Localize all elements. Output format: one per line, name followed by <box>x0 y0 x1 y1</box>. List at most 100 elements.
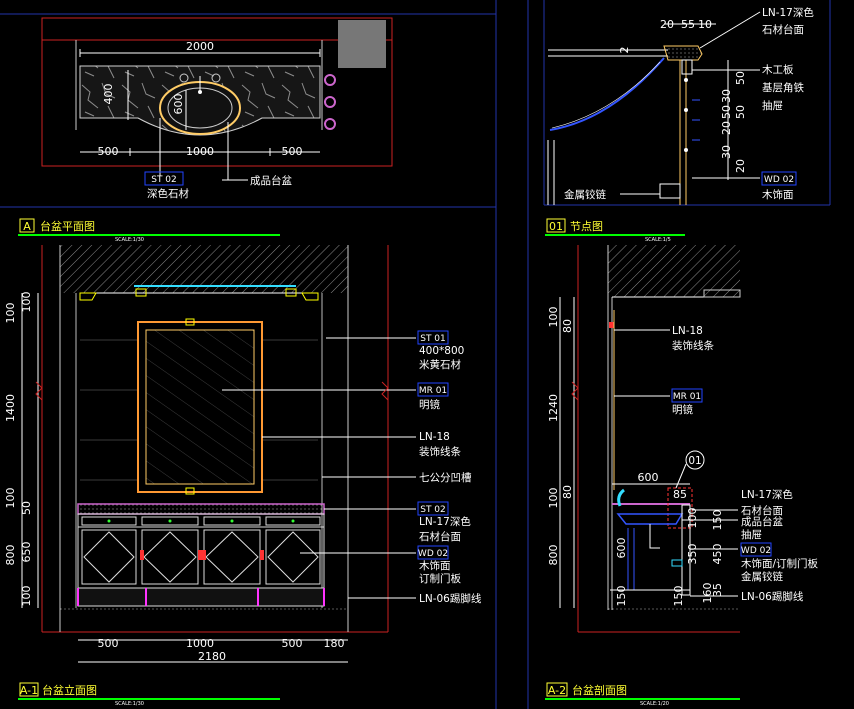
elev-bdim-3: 500 <box>282 637 303 650</box>
plan-stone-desc: 深色石材 <box>147 187 189 200</box>
plan-title: 台盆平面图 <box>40 219 95 233</box>
node-top-dim-2: 55 <box>681 18 695 31</box>
node-label-wood: 木工板 <box>762 63 794 76</box>
elev-title: 台盆立面图 <box>42 683 97 697</box>
elev-st01-tag: ST 01 <box>420 334 446 344</box>
node-side-dim-2: 30 <box>720 89 733 103</box>
sec-inner-dim-2: 100 <box>686 508 699 529</box>
elev-st01-size: 400*800 <box>419 345 464 357</box>
sec-title-id: A-2 <box>548 684 566 697</box>
node-wd-tag: WD 02 <box>764 175 794 185</box>
elev-wd02-tag: WD 02 <box>418 549 448 559</box>
elevation-view: 100 1400 100 800 100 50 650 100 500 1000… <box>4 245 482 707</box>
elev-bdim-2: 1000 <box>186 637 214 650</box>
elev-mr01-desc: 明镜 <box>419 398 440 411</box>
break-symbols <box>35 381 579 401</box>
section-ceiling-hatch <box>608 245 740 297</box>
node-label-stone: LN-17深色 <box>762 6 814 19</box>
plan-view: 2000 500 1000 500 400 600 ST 02 深色石材 成品台… <box>18 17 393 243</box>
sec-drawer-label: 抽屉 <box>741 528 762 541</box>
elev-groove-label: 七公分凹槽 <box>419 472 472 484</box>
hinge-detail <box>659 183 681 199</box>
stone-top-profile <box>663 45 703 61</box>
cad-drawing-canvas: 2000 500 1000 500 400 600 ST 02 深色石材 成品台… <box>0 0 831 709</box>
sec-inner-dim-6: 150 <box>672 586 685 607</box>
node-label-drawer: 抽屉 <box>762 99 783 112</box>
elev-wd02-desc2: 订制门板 <box>419 572 461 585</box>
basin-curve <box>549 57 665 131</box>
node-top-dim-3: 10 <box>698 18 712 31</box>
sec-ln18-desc: 装饰线条 <box>672 339 714 352</box>
elev-vdim-outer-2: 1400 <box>4 394 17 422</box>
mirror-glass <box>145 329 255 485</box>
section-callout: 01 <box>688 455 701 467</box>
plan-dim-depth: 600 <box>172 94 185 115</box>
elev-total-dim: 2180 <box>198 650 226 663</box>
elev-wd02-desc1: 木饰面 <box>419 559 451 572</box>
sec-vdim-outer-4: 800 <box>547 545 560 566</box>
elev-st02-desc2: 石材台面 <box>419 530 461 543</box>
elev-vdim-inner-2: 50 <box>20 501 33 515</box>
node-side-dim-5: 50 <box>734 105 747 119</box>
elev-vdim-inner-4: 100 <box>20 586 33 607</box>
plan-dim-side: 400 <box>102 84 115 105</box>
node-wd-desc: 木饰面 <box>762 188 794 201</box>
sec-wd02-tag: WD 02 <box>741 546 771 556</box>
sec-wd02-desc2: 金属铰链 <box>741 570 783 583</box>
sec-width-dim: 600 <box>638 471 659 484</box>
sec-vdim-inner-1: 80 <box>561 319 574 333</box>
elev-vdim-outer-3: 100 <box>4 488 17 509</box>
elev-mr01-tag: MR 01 <box>419 386 447 396</box>
elev-vdim-outer-1: 100 <box>4 303 17 324</box>
node-left-dim: 2 <box>618 47 631 54</box>
sec-mr01-desc: 明镜 <box>672 403 693 416</box>
plan-dim-width: 2000 <box>186 40 214 53</box>
node-label-angle: 基层角铁 <box>762 81 804 94</box>
elev-st01-desc: 米黄石材 <box>419 358 461 371</box>
plan-dim-left: 500 <box>98 145 119 158</box>
node-title: 节点图 <box>570 220 603 233</box>
section-view: 01 100 1240 100 800 80 80 600 150 600 85… <box>545 245 819 707</box>
node-side-dim-7: 20 <box>734 159 747 173</box>
sec-vdim-inner-3: 600 <box>615 538 628 559</box>
node-title-id: 01 <box>549 220 563 233</box>
sec-mr01-tag: MR 01 <box>673 392 701 402</box>
sec-kick-label: LN-06踢脚线 <box>741 590 804 603</box>
node-top-dim-1: 20 <box>660 18 674 31</box>
plan-stone-tag: ST 02 <box>151 175 177 185</box>
node-scale: SCALE:1/5 <box>645 237 671 243</box>
sec-ln17-tag: LN-17深色 <box>741 488 793 501</box>
sec-inner-dim-4: 450 <box>711 544 724 565</box>
node-label-stone2: 石材台面 <box>762 23 804 36</box>
plan-basin-desc: 成品台盆 <box>250 174 292 187</box>
elev-st02-tag: ST 02 <box>420 505 446 515</box>
plan-dim-right: 500 <box>282 145 303 158</box>
elev-bdim-1: 500 <box>98 637 119 650</box>
sec-inner-dim-3: 350 <box>686 544 699 565</box>
elev-bdim-4: 180 <box>324 637 345 650</box>
sec-vdim-outer-1: 100 <box>547 307 560 328</box>
node-side-dim-6: 30 <box>720 145 733 159</box>
elev-ln18-desc: 装饰线条 <box>419 445 461 458</box>
wall-column <box>338 20 386 68</box>
sec-title: 台盆剖面图 <box>572 683 627 697</box>
node-side-dim-3: 50 <box>720 105 733 119</box>
sec-scale: SCALE:1/20 <box>640 701 669 707</box>
kick-plate <box>77 587 325 607</box>
sec-vdim-inner-4: 150 <box>615 586 628 607</box>
elev-ln18-tag: LN-18 <box>419 431 450 443</box>
elev-title-id: A-1 <box>20 684 38 697</box>
elev-vdim-inner-1: 100 <box>20 292 33 313</box>
sec-ln18-tag: LN-18 <box>672 325 703 337</box>
countertop-elevation <box>77 503 325 515</box>
sec-inner-dim-1: 85 <box>673 488 687 501</box>
plan-scale: SCALE:1/30 <box>115 237 144 243</box>
elev-st02-desc1: LN-17深色 <box>419 515 471 528</box>
sec-inner-dim-8: 35 <box>711 583 724 597</box>
elev-scale: SCALE:1/30 <box>115 701 144 707</box>
sec-vdim-outer-2: 1240 <box>547 394 560 422</box>
node-detail: 20 55 10 2 50 30 50 20 50 30 20 LN-17深色 … <box>545 6 814 243</box>
elev-vdim-outer-4: 800 <box>4 545 17 566</box>
plan-dim-mid: 1000 <box>186 145 214 158</box>
plan-title-id: A <box>23 220 31 233</box>
